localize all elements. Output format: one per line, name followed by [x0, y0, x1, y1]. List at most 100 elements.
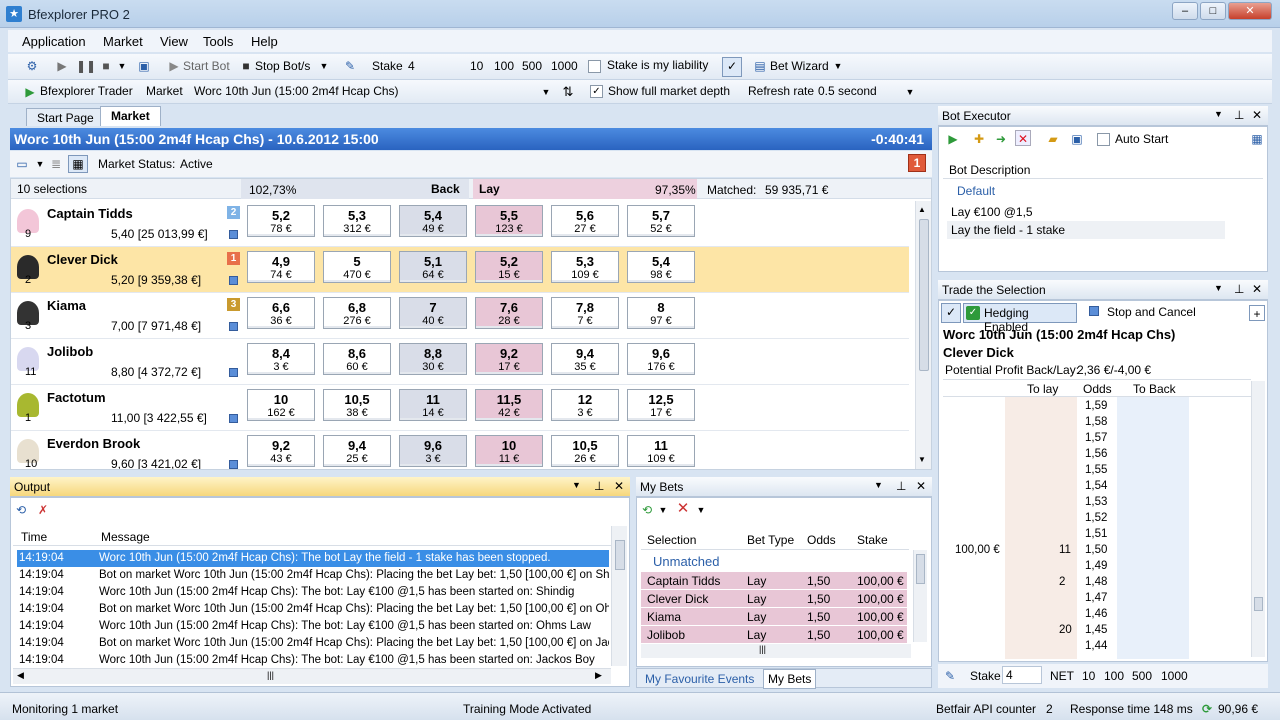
back-price-cell[interactable]: 11 14 €: [399, 389, 467, 421]
runner-name[interactable]: Everdon Brook: [47, 436, 140, 451]
back-price-cell[interactable]: 6,8 276 €: [323, 297, 391, 329]
lay-price-cell[interactable]: 5,2 15 €: [475, 251, 543, 283]
back-price-cell[interactable]: 5,1 64 €: [399, 251, 467, 283]
cancel-bets-icon[interactable]: ✕: [675, 501, 691, 517]
back-price-cell[interactable]: 9,4 25 €: [323, 435, 391, 467]
back-price-cell[interactable]: 4,9 74 €: [247, 251, 315, 283]
runner-row[interactable]: Kiama 3 7,00 [7 971,48 €] 3 6,6 36 €6,8 276 €7…: [11, 293, 909, 339]
minimize-button[interactable]: –: [1172, 2, 1198, 20]
mybets-hscroll[interactable]: |||: [641, 644, 911, 658]
stake-input[interactable]: 4: [404, 57, 464, 75]
trade-quick-1000[interactable]: 1000: [1161, 669, 1188, 683]
window-icon[interactable]: ▣: [136, 58, 152, 74]
runner-row[interactable]: Jolibob 11 8,80 [4 372,72 €] 8,4 3 €8,6 60 €8…: [11, 339, 909, 385]
menu-tools[interactable]: Tools: [203, 34, 233, 49]
ladder-row[interactable]: 1,51: [943, 527, 1251, 543]
bet-row[interactable]: Clever Dick Lay 1,50 100,00 €: [641, 590, 907, 608]
scroll-left-icon[interactable]: ◀: [17, 670, 24, 681]
scroll-thumb[interactable]: [615, 540, 625, 570]
back-price-cell[interactable]: 6,6 36 €: [247, 297, 315, 329]
refresh-select[interactable]: 0.5 second: [814, 82, 914, 100]
back-price-cell[interactable]: 5,3 312 €: [323, 205, 391, 237]
scroll-up-icon[interactable]: ▲: [918, 205, 926, 214]
mybets-vscroll[interactable]: [913, 550, 927, 642]
start-bot-icon[interactable]: ▶: [166, 58, 182, 74]
stop-bot-icon[interactable]: ■: [238, 58, 254, 74]
scroll-grip-icon[interactable]: |||: [267, 670, 274, 680]
pin-icon[interactable]: ⊥: [594, 479, 604, 493]
runner-row[interactable]: Everdon Brook 10 9,60 [3 421,02 €] 9,2 43 €9…: [11, 431, 909, 469]
bot-item[interactable]: Lay €100 @1,5: [951, 205, 1033, 219]
add-bot-icon[interactable]: ✚: [971, 131, 987, 147]
back-price-cell[interactable]: 5,2 78 €: [247, 205, 315, 237]
runner-name[interactable]: Jolibob: [47, 344, 93, 359]
lay-price-cell[interactable]: 5,5 123 €: [475, 205, 543, 237]
lay-price-cell[interactable]: 11 109 €: [627, 435, 695, 467]
pin-icon[interactable]: ⊥: [1234, 282, 1244, 296]
runner-row[interactable]: Factotum 1 11,00 [3 422,55 €] 10 162 €10,5 38…: [11, 385, 909, 431]
notification-badge[interactable]: 1: [908, 154, 926, 172]
lay-price-cell[interactable]: 11,5 42 €: [475, 389, 543, 421]
ladder-row[interactable]: 1,49: [943, 559, 1251, 575]
lay-price-cell[interactable]: 12,5 17 €: [627, 389, 695, 421]
back-price-cell[interactable]: 8,4 3 €: [247, 343, 315, 375]
ladder-row[interactable]: 1,53: [943, 495, 1251, 511]
scroll-down-icon[interactable]: ▼: [918, 455, 926, 464]
lay-price-cell[interactable]: 8 97 €: [627, 297, 695, 329]
close-button[interactable]: ✕: [1228, 2, 1272, 20]
ladder-row[interactable]: 1,58: [943, 415, 1251, 431]
lay-price-cell[interactable]: 7,8 7 €: [551, 297, 619, 329]
menu-market[interactable]: Market: [103, 34, 143, 49]
close-pane-icon[interactable]: ✕: [614, 479, 624, 493]
trade-quick-10[interactable]: 10: [1082, 669, 1095, 683]
ladder-row[interactable]: 1,47: [943, 591, 1251, 607]
ladder-row[interactable]: 1,57: [943, 431, 1251, 447]
output-row[interactable]: 14:19:04 Bot on market Worc 10th Jun (15:…: [17, 601, 609, 618]
chevron-down-icon[interactable]: ▼: [1214, 283, 1223, 293]
output-row[interactable]: 14:19:04 Worc 10th Jun (15:00 2m4f Hcap C…: [17, 652, 609, 669]
trade-quick-500[interactable]: 500: [1132, 669, 1152, 683]
bet-row[interactable]: Captain Tidds Lay 1,50 100,00 €: [641, 572, 907, 590]
chevron-down-icon[interactable]: ▼: [655, 502, 671, 518]
chevron-down-icon[interactable]: ▼: [830, 58, 846, 74]
lay-price-cell[interactable]: 10,5 26 €: [551, 435, 619, 467]
hedging-toggle[interactable]: ✓ Hedging Enabled: [963, 303, 1077, 334]
lay-price-cell[interactable]: 5,4 98 €: [627, 251, 695, 283]
pause-icon[interactable]: ❚❚: [76, 58, 96, 74]
remove-bot-icon[interactable]: ✕: [1015, 130, 1031, 146]
liability-checkbox[interactable]: [588, 60, 601, 73]
output-vscroll[interactable]: [611, 526, 627, 666]
ladder-row[interactable]: 1,55: [943, 463, 1251, 479]
back-price-cell[interactable]: 5 470 €: [323, 251, 391, 283]
back-price-cell[interactable]: 7 40 €: [399, 297, 467, 329]
grid-icon[interactable]: ▦: [68, 155, 88, 173]
expand-icon[interactable]: +: [1249, 305, 1265, 321]
chevron-down-icon[interactable]: ▼: [538, 84, 554, 100]
pin-icon[interactable]: ⊥: [896, 479, 906, 493]
runner-name[interactable]: Captain Tidds: [47, 206, 133, 221]
stop-bot-button[interactable]: Stop Bot/s: [255, 59, 310, 73]
tab-start-page[interactable]: Start Page: [26, 108, 105, 126]
lay-price-cell[interactable]: 7,6 28 €: [475, 297, 543, 329]
output-row[interactable]: 14:19:04 Worc 10th Jun (15:00 2m4f Hcap C…: [17, 584, 609, 601]
quick-stake-500[interactable]: 500: [522, 59, 542, 73]
ladder-row[interactable]: 1,54: [943, 479, 1251, 495]
sort-icon[interactable]: ⇅: [560, 84, 576, 100]
bet-wizard-button[interactable]: Bet Wizard: [770, 59, 829, 73]
pin-icon[interactable]: ⊥: [1234, 108, 1244, 122]
refresh-icon[interactable]: ⟲: [639, 502, 655, 518]
output-row[interactable]: 14:19:04 Worc 10th Jun (15:00 2m4f Hcap C…: [17, 550, 609, 567]
stop-cancel-button[interactable]: Stop and Cancel: [1107, 305, 1196, 319]
trader-button[interactable]: Bfexplorer Trader: [40, 84, 133, 98]
back-price-cell[interactable]: 10 162 €: [247, 389, 315, 421]
stop-icon[interactable]: ■: [98, 58, 114, 74]
ladder-scrollbar[interactable]: [1251, 381, 1265, 657]
ladder-row[interactable]: 1,56: [943, 447, 1251, 463]
lay-price-cell[interactable]: 5,6 27 €: [551, 205, 619, 237]
menu-help[interactable]: Help: [251, 34, 278, 49]
scroll-thumb[interactable]: [916, 554, 925, 584]
runner-name[interactable]: Clever Dick: [47, 252, 118, 267]
tab-favourite-events[interactable]: My Favourite Events: [641, 670, 758, 688]
trade-stake-input[interactable]: 4: [1002, 666, 1042, 684]
quick-stake-100[interactable]: 100: [494, 59, 514, 73]
